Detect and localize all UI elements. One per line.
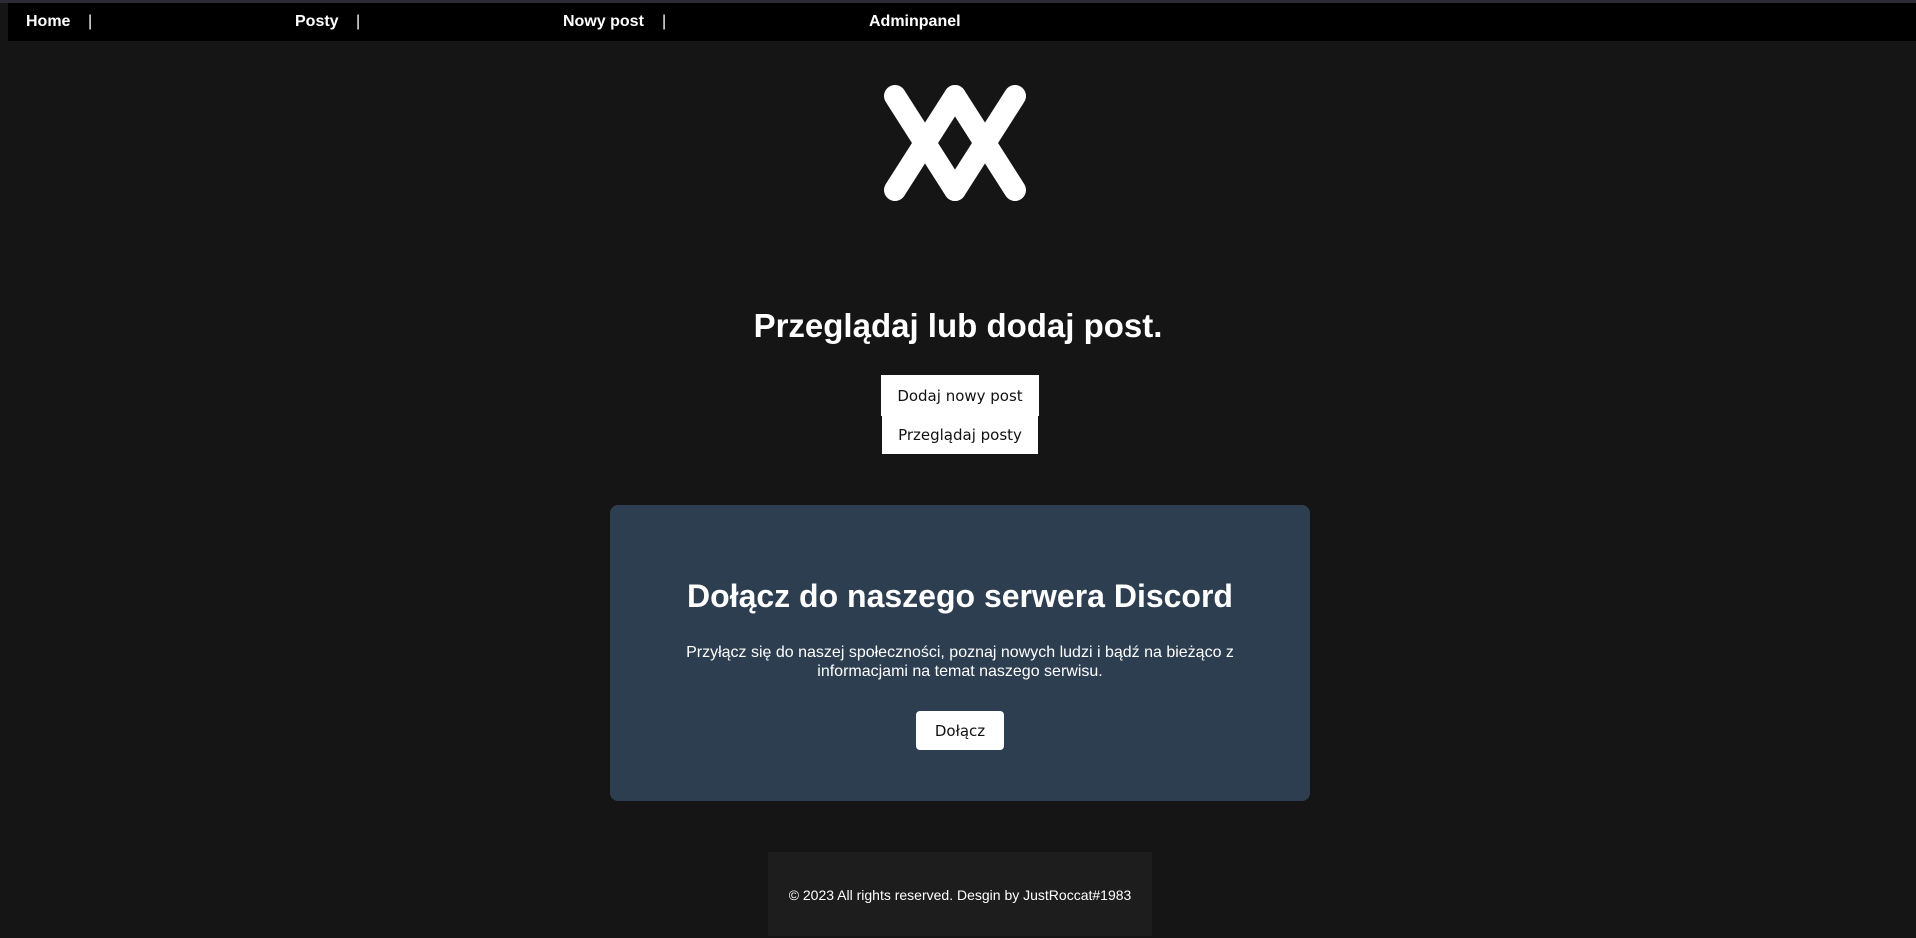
nav-item-adminpanel[interactable]: Adminpanel [869,13,961,31]
discord-card-description: Przyłącz się do naszej społeczności, poz… [686,644,1234,680]
nav-separator: | [88,13,93,30]
discord-card-title: Dołącz do naszego serwera Discord [687,578,1233,614]
discord-invite-card: Dołącz do naszego serwera Discord Przyłą… [610,505,1310,801]
add-new-post-button[interactable]: Dodaj nowy post [881,375,1039,416]
nav-item-posty[interactable]: Posty [295,13,339,31]
join-discord-button[interactable]: Dołącz [916,711,1004,750]
top-navbar: Home | Posty | Nowy post | Adminpanel [8,3,1916,41]
nav-separator: | [662,13,667,30]
footer-copyright: © 2023 All rights reserved. Desgin by Ju… [788,887,1132,903]
page-footer: © 2023 All rights reserved. Desgin by Ju… [768,852,1152,936]
nav-item-nowy-post[interactable]: Nowy post [563,13,644,31]
browse-posts-button[interactable]: Przeglądaj posty [882,416,1038,454]
nav-item-home[interactable]: Home [26,13,70,31]
nav-separator: | [356,13,361,30]
double-x-logo-icon [880,84,1030,204]
page-headline: Przeglądaj lub dodaj post. [753,307,1163,344]
